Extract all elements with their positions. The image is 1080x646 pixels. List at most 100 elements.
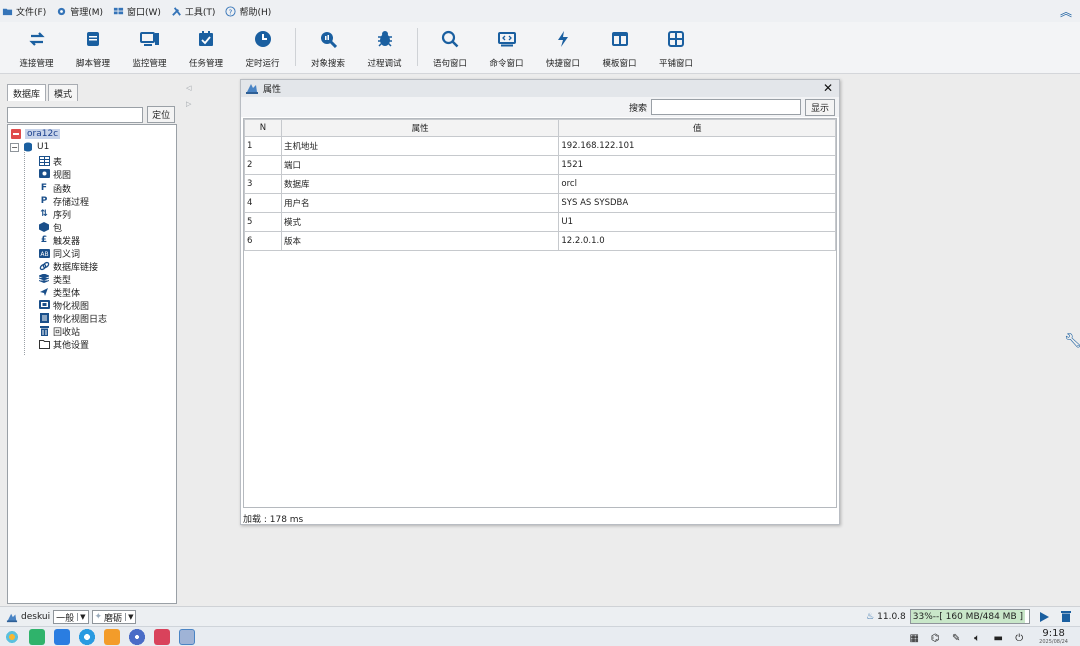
tree-item-sequences[interactable]: ⇅ 序列 (38, 208, 71, 221)
quick-window-button[interactable]: 快捷窗口 (537, 22, 590, 72)
dialog-title-bar[interactable]: 属性 ✕ (241, 80, 839, 97)
column-header-attribute[interactable]: 属性 (280, 119, 560, 137)
menu-help[interactable]: ? 帮助(H) (225, 5, 271, 18)
table-header-row: N 属性 值 (244, 119, 836, 137)
show-button[interactable]: 显示 (805, 99, 835, 116)
splitter-grip-icon[interactable]: ◁ (186, 84, 191, 92)
script-icon (82, 28, 104, 50)
row-attribute[interactable]: 模式 (280, 212, 560, 232)
table-row[interactable]: 5 模式 U1 (244, 212, 836, 232)
menu-tools[interactable]: 工具(T) (171, 5, 215, 18)
mode-select[interactable]: 一般 ▼ (53, 610, 89, 624)
store-icon[interactable] (54, 629, 70, 645)
keyboard-icon[interactable]: ▦ (908, 632, 920, 644)
tree-item-dblinks[interactable]: 数据库链接 (38, 260, 98, 273)
power-icon[interactable]: ⏻ (1013, 632, 1025, 644)
deskui-app-icon[interactable] (179, 629, 195, 645)
process-debug-button[interactable]: 过程调试 (358, 22, 411, 72)
tree-item-synonyms[interactable]: AB 同义词 (38, 247, 80, 260)
tree-item-functions[interactable]: F 函数 (38, 182, 71, 195)
os-taskbar: ▦ ⌬ ✎ 🔈︎ ▬ ⏻ 9:18 2025/08/24 (0, 626, 1080, 646)
tree-item-packages[interactable]: 包 (38, 221, 62, 234)
task-manage-button[interactable]: 任务管理 (180, 22, 233, 72)
row-attribute[interactable]: 端口 (280, 155, 560, 175)
desktop-icon[interactable] (29, 629, 45, 645)
schema-icon (22, 142, 34, 153)
table-row[interactable]: 6 版本 12.2.0.1.0 (244, 231, 836, 251)
row-attribute[interactable]: 数据库 (280, 174, 560, 194)
locate-input[interactable] (7, 106, 144, 123)
volume-icon[interactable]: 🔈︎ (971, 632, 983, 644)
main-toolbar: 连接管理 脚本管理 监控管理 任务管理 定时运行 对象搜索 过程调试 语句窗口 … (0, 22, 1080, 74)
row-value[interactable]: 12.2.0.1.0 (558, 231, 836, 251)
wrench-icon[interactable]: 🔧︎ (1064, 333, 1080, 349)
row-attribute[interactable]: 版本 (280, 231, 560, 251)
column-header-n[interactable]: N (244, 119, 282, 137)
table-row[interactable]: 3 数据库 orcl (244, 174, 836, 194)
splitter-grip-icon[interactable]: ▷ (186, 100, 191, 108)
tree-item-recycle-bin[interactable]: 回收站 (38, 325, 80, 338)
launcher-icon[interactable] (4, 629, 20, 645)
clock[interactable]: 9:18 2025/08/24 (1039, 629, 1068, 646)
template-window-button[interactable]: 模板窗口 (593, 22, 646, 72)
tree-item-mview-logs[interactable]: 物化视图日志 (38, 312, 107, 325)
table-row[interactable]: 2 端口 1521 (244, 155, 836, 175)
link-icon (38, 261, 50, 272)
play-icon[interactable] (1036, 609, 1052, 624)
tree-item-type-bodies[interactable]: 类型体 (38, 286, 80, 299)
tree-item-types[interactable]: 类型 (38, 273, 72, 286)
tile-window-button[interactable]: 平铺窗口 (650, 22, 703, 72)
network-icon[interactable]: ⌬ (929, 632, 941, 644)
task-manage-label: 任务管理 (188, 59, 223, 69)
menu-manage[interactable]: 管理(M) (56, 5, 103, 18)
connect-manage-label: 连接管理 (19, 59, 54, 69)
terminal-icon[interactable] (154, 629, 170, 645)
tree-item-tables[interactable]: 表 (38, 155, 62, 168)
tree-item-procedures[interactable]: P 存储过程 (38, 195, 89, 208)
tree-item-materialized-views[interactable]: 物化视图 (38, 299, 89, 312)
trash-icon[interactable] (1058, 609, 1074, 624)
row-value[interactable]: 1521 (558, 155, 836, 175)
java-version: 11.0.8 (877, 611, 906, 622)
tab-database[interactable]: 数据库 (7, 84, 47, 101)
tree-node-schema[interactable]: − U1 (10, 141, 49, 153)
collapse-icon[interactable]: − (10, 142, 19, 152)
collapse-toolbar-icon[interactable]: ︽ (1060, 3, 1072, 20)
table-row[interactable]: 1 主机地址 192.168.122.101 (244, 136, 836, 156)
tree-item-views[interactable]: 视图 (38, 168, 71, 181)
column-header-value[interactable]: 值 (558, 119, 836, 137)
browser-icon[interactable] (79, 629, 95, 645)
locate-row: 定位 (3, 102, 179, 124)
tree-item-triggers[interactable]: £ 触发器 (38, 234, 80, 247)
files-icon[interactable] (104, 629, 120, 645)
pen-icon[interactable]: ✎ (950, 632, 962, 644)
row-attribute[interactable]: 用户名 (280, 193, 560, 213)
row-value[interactable]: SYS AS SYSDBA (558, 193, 836, 213)
script-manage-button[interactable]: 脚本管理 (67, 22, 120, 72)
table-row[interactable]: 4 用户名 SYS AS SYSDBA (244, 193, 836, 213)
object-search-button[interactable]: 对象搜索 (302, 22, 355, 72)
row-value[interactable]: orcl (558, 174, 836, 194)
battery-icon[interactable]: ▬ (992, 632, 1004, 644)
row-value[interactable]: U1 (558, 212, 836, 232)
tab-schema[interactable]: 模式 (48, 84, 79, 101)
row-attribute[interactable]: 主机地址 (280, 136, 560, 156)
statement-window-button[interactable]: 语句窗口 (424, 22, 477, 72)
menu-window[interactable]: 窗口(W) (113, 5, 161, 18)
tree-item-types-label: 类型 (53, 275, 72, 286)
close-icon[interactable]: ✕ (823, 81, 833, 95)
scheduled-run-button[interactable]: 定时运行 (236, 22, 289, 72)
row-value[interactable]: 192.168.122.101 (558, 136, 836, 156)
settings-icon[interactable] (129, 629, 145, 645)
menu-file[interactable]: 文件(F) (2, 5, 46, 18)
tree-node-connection[interactable]: ora12c (10, 128, 61, 140)
locate-button[interactable]: 定位 (147, 106, 175, 123)
search-input[interactable] (651, 99, 801, 115)
command-window-button[interactable]: 命令窗口 (480, 22, 533, 72)
monitor-manage-button[interactable]: 监控管理 (123, 22, 176, 72)
tree-item-other-settings[interactable]: 其他设置 (38, 338, 89, 351)
connect-manage-button[interactable]: 连接管理 (10, 22, 63, 72)
theme-select[interactable]: ✦ 磨砺 ▼ (91, 610, 137, 624)
folder-icon (38, 339, 50, 350)
memory-indicator[interactable]: 33%--[ 160 MB/484 MB ] (909, 609, 1030, 624)
